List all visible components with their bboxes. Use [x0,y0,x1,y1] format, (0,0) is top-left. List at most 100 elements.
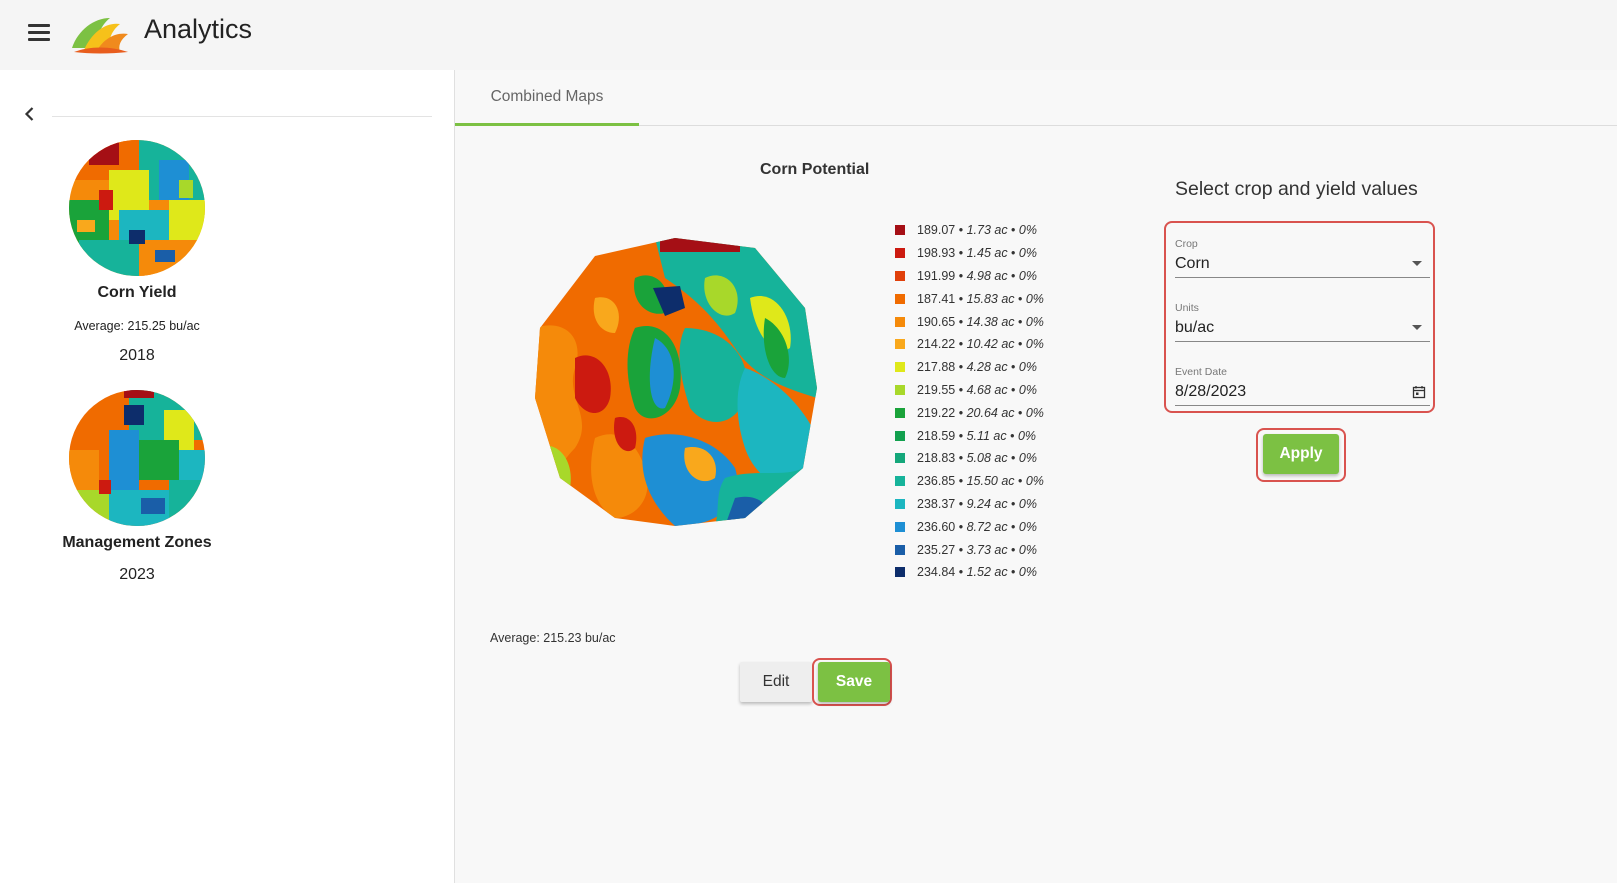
app-logo-icon [72,18,128,54]
card-average: Average: 215.25 bu/ac [74,319,200,333]
corn-potential-map [535,238,817,526]
legend-item: 238.37 • 9.24 ac • 0% [895,493,1044,516]
legend-item: 214.22 • 10.42 ac • 0% [895,333,1044,356]
legend-value: 218.83 [917,451,956,466]
card-year: 2018 [119,347,155,364]
legend-swatch [895,544,905,555]
map-average: Average: 215.23 bu/ac [490,631,616,645]
legend-swatch [895,476,905,487]
legend-value: 234.84 [917,565,956,580]
legend-swatch [895,225,905,236]
map-title: Corn Potential [760,161,870,178]
app-title: Analytics [144,14,253,44]
legend-acres: 3.73 ac [966,542,1008,557]
hamburger-menu-icon[interactable] [28,18,56,46]
legend-item: 236.60 • 8.72 ac • 0% [895,515,1044,538]
legend-acres: 4.28 ac [966,360,1008,375]
crop-value: Corn [1175,254,1210,272]
legend-item: 219.22 • 20.64 ac • 0% [895,401,1044,424]
divider [52,116,432,117]
legend-value: 236.60 [917,519,956,534]
legend-acres: 4.68 ac [966,382,1008,397]
legend-acres: 20.64 ac [966,405,1015,420]
legend-item: 189.07 • 1.73 ac • 0% [895,219,1044,242]
legend-acres: 14.38 ac [966,314,1015,329]
legend-percent: 0% [1025,405,1044,420]
legend-acres: 5.08 ac [966,451,1008,466]
legend-value: 217.88 [917,360,956,375]
legend-value: 198.93 [917,246,956,261]
legend-percent: 0% [1018,268,1037,283]
main-content: Combined Maps Corn Potential 189.07 • 1.… [455,70,1617,883]
legend-swatch [895,498,905,509]
legend-percent: 0% [1025,337,1044,352]
legend-value: 235.27 [917,542,956,557]
sidebar: Corn Yield Average: 215.25 bu/ac 2018 Ma… [0,70,455,883]
legend-swatch [895,521,905,532]
legend-value: 219.22 [917,405,956,420]
card-year: 2023 [119,566,155,583]
legend-item: 198.93 • 1.45 ac • 0% [895,242,1044,265]
legend-percent: 0% [1018,223,1037,238]
legend-value: 190.65 [917,314,956,329]
legend-item: 218.59 • 5.11 ac • 0% [895,424,1044,447]
form-heading: Select crop and yield values [1175,178,1418,200]
dropdown-caret-icon [1412,325,1422,330]
units-select[interactable]: bu/ac [1175,314,1430,342]
tab-combined-maps[interactable]: Combined Maps [455,70,639,126]
crop-select[interactable]: Corn [1175,250,1430,278]
units-label: Units [1175,302,1199,314]
event-date-field: Event Date 8/28/2023 [1175,366,1430,406]
legend-swatch [895,430,905,441]
legend-item: 219.55 • 4.68 ac • 0% [895,379,1044,402]
legend-acres: 8.72 ac [966,519,1008,534]
legend-value: 236.85 [917,474,956,489]
legend-item: 235.27 • 3.73 ac • 0% [895,538,1044,561]
legend-acres: 4.98 ac [966,268,1008,283]
legend-acres: 1.52 ac [966,565,1008,580]
legend-percent: 0% [1018,565,1037,580]
units-field: Units bu/ac [1175,302,1430,342]
legend-percent: 0% [1025,291,1044,306]
management-zones-map-thumbnail [69,390,205,526]
legend-item: 236.85 • 15.50 ac • 0% [895,470,1044,493]
card-title: Management Zones [62,534,212,551]
legend-acres: 10.42 ac [966,337,1015,352]
apply-button[interactable]: Apply [1263,434,1339,474]
legend-swatch [895,270,905,281]
map-card-management-zones[interactable]: Management Zones 2023 [40,390,234,584]
crop-label: Crop [1175,238,1198,250]
edit-button[interactable]: Edit [740,662,812,702]
event-date-input[interactable]: 8/28/2023 [1175,378,1430,406]
legend-percent: 0% [1018,542,1037,557]
calendar-icon[interactable] [1412,385,1426,399]
crop-field: Crop Corn [1175,238,1430,278]
save-button[interactable]: Save [818,662,890,702]
legend-swatch [895,248,905,259]
legend-percent: 0% [1017,428,1037,443]
legend-value: 218.59 [917,428,956,443]
legend-percent: 0% [1018,360,1037,375]
legend-acres: 15.50 ac [966,474,1015,489]
legend-percent: 0% [1018,246,1037,261]
units-value: bu/ac [1175,318,1215,336]
legend-percent: 0% [1018,496,1037,511]
legend-swatch [895,567,905,578]
map-card-corn-yield[interactable]: Corn Yield Average: 215.25 bu/ac 2018 [40,140,234,365]
legend-value: 214.22 [917,337,956,352]
legend-acres: 15.83 ac [966,291,1015,306]
event-date-label: Event Date [1175,366,1227,378]
legend-acres: 5.11 ac [966,428,1007,443]
legend-percent: 0% [1018,451,1037,466]
event-date-value: 8/28/2023 [1175,382,1247,400]
app-header: Analytics [0,0,1617,70]
legend-item: 190.65 • 14.38 ac • 0% [895,310,1044,333]
chevron-left-icon[interactable] [20,104,40,124]
legend-value: 187.41 [917,291,956,306]
legend-percent: 0% [1025,314,1044,329]
legend-item: 187.41 • 15.83 ac • 0% [895,287,1044,310]
legend-acres: 9.24 ac [966,496,1008,511]
legend-acres: 1.73 ac [966,223,1008,238]
legend-item: 191.99 • 4.98 ac • 0% [895,265,1044,288]
legend-swatch [895,339,905,350]
